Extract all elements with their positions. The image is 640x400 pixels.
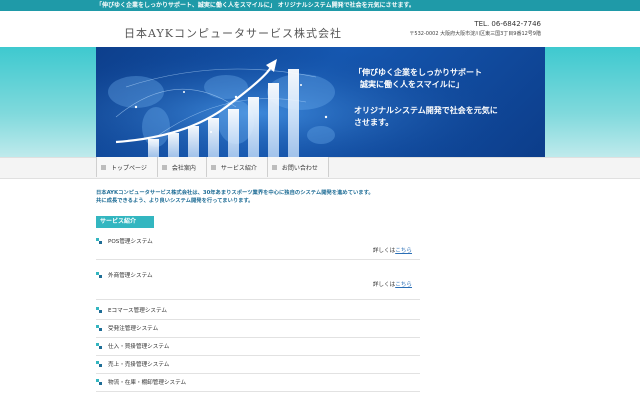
detail-link[interactable]: こちら [395,282,412,288]
hero-tagline-line-3: オリジナルシステム開発で社会を元気に [354,106,498,115]
service-name: POS管理システム [108,239,153,245]
service-name: 外商管理システム [108,273,153,279]
detail-prefix: 詳しくは [372,248,396,254]
site-header: 日本AYKコンピュータサービス株式会社 TEL. 06-6842-7746 〒5… [0,11,640,47]
hero-banner: 「伸びゆく企業をしっかりサポート 誠実に働く人をスマイルに」 オリジナルシステム… [96,47,545,157]
nav-square-icon [271,164,277,170]
detail-prefix: 詳しくは [372,282,396,288]
hero-tagline-line-2: 誠実に働く人をスマイルに」 [360,80,464,89]
list-bullet-icon [96,343,102,349]
detail-link[interactable]: こちら [395,248,412,254]
nav-item-services[interactable]: サービス紹介 [206,157,268,177]
intro-line-2: 共に成長できるよう、より良いシステム開発を行ってまいります。 [96,197,254,204]
phone-number: TEL. 06-6842-7746 [474,20,541,28]
list-bullet-icon [96,307,102,313]
service-item: 仕入・買掛管理システム [96,339,420,356]
top-banner: 「伸びゆく企業をしっかりサポート、誠実に働く人をスマイルに」 オリジナルシステム… [0,0,640,11]
nav-item-label: トップページ [111,164,147,172]
top-banner-text: 「伸びゆく企業をしっかりサポート、誠実に働く人をスマイルに」 オリジナルシステム… [96,2,415,9]
list-bullet-icon [96,379,102,385]
nav-square-icon [161,164,167,170]
company-address: 〒532-0002 大阪府大阪市淀川区東三国3丁目9番12号9階 [409,31,541,37]
nav-item-label: サービス紹介 [220,164,257,172]
services-heading: サービス紹介 [96,216,154,228]
service-name: 仕入・買掛管理システム [108,344,170,350]
hero-tagline: 「伸びゆく企業をしっかりサポート 誠実に働く人をスマイルに」 オリジナルシステム… [354,67,544,129]
list-bullet-icon [96,361,102,367]
nav-item-contact[interactable]: お問い合わせ [267,157,329,177]
service-detail: 詳しくはこちら [373,280,412,288]
nav-square-icon [101,164,106,170]
nav-item-label: 会社案内 [171,164,196,172]
service-name: Eコマース管理システム [108,308,168,314]
service-name: 売上・売掛管理システム [108,362,170,368]
hero-tagline-line-1: 「伸びゆく企業をしっかりサポート [354,68,482,77]
service-item: Eコマース管理システム [96,303,420,320]
nav-item-top-page[interactable]: トップページ [96,157,158,177]
service-detail: 詳しくはこちら [373,246,412,254]
nav-item-company[interactable]: 会社案内 [157,157,207,177]
main-nav: トップページ 会社案内 サービス紹介 お問い合わせ [96,157,329,177]
hero-tagline-line-4: させます。 [354,118,394,127]
service-item: POS管理システム 詳しくはこちら [96,234,420,260]
list-bullet-icon [96,325,102,331]
nav-item-label: お問い合わせ [281,164,318,172]
intro-line-1: 日本AYKコンピュータサービス株式会社は、30年あまりスポーツ業界を中心に独自の… [96,190,374,196]
list-bullet-icon [96,272,102,278]
company-logo[interactable]: 日本AYKコンピュータサービス株式会社 [124,25,342,41]
service-item: 売上・売掛管理システム [96,357,420,374]
list-bullet-icon [96,238,102,244]
service-item: 受発注管理システム [96,321,420,338]
service-item: 物流・在庫・棚卸管理システム [96,375,420,392]
service-name: 物流・在庫・棚卸管理システム [108,380,187,386]
nav-square-icon [210,164,216,170]
intro-text: 日本AYKコンピュータサービス株式会社は、30年あまりスポーツ業界を中心に独自の… [96,190,516,205]
service-name: 受発注管理システム [108,326,159,332]
service-item: 外商管理システム 詳しくはこちら [96,268,420,300]
